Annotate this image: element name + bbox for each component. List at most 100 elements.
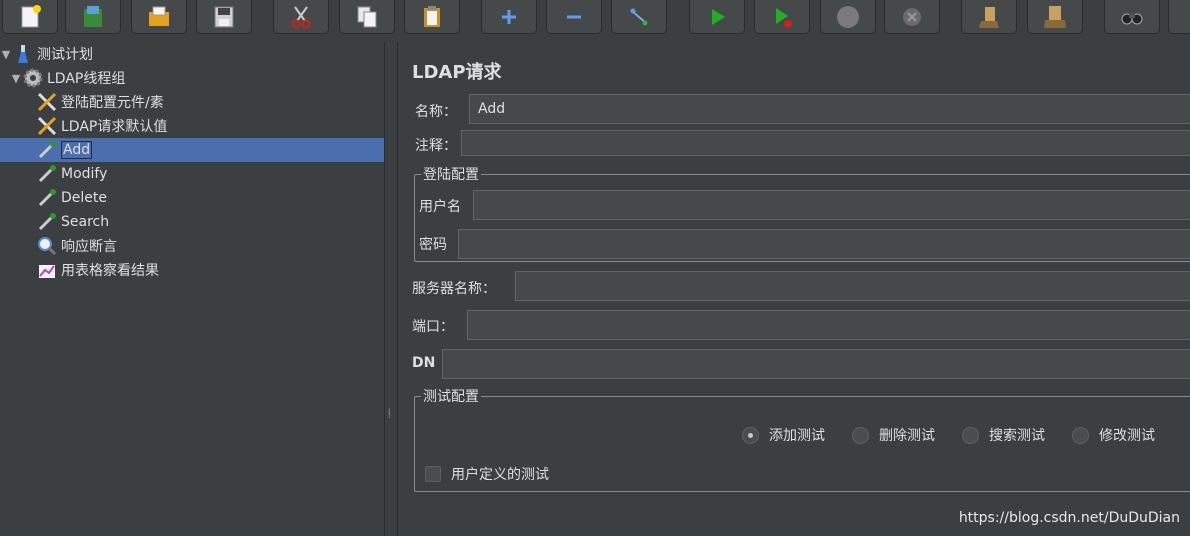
dn-label: DN — [412, 355, 436, 371]
save-icon — [214, 6, 234, 27]
tree-item-label: LDAP请求默认值 — [61, 119, 168, 135]
pipette-icon — [36, 211, 58, 233]
tree-item-modify[interactable]: Modify — [0, 162, 384, 186]
grip-icon: ⁞ ⁞ — [388, 407, 391, 420]
comment-field[interactable] — [461, 130, 1190, 156]
username-label: 用户名 — [419, 199, 461, 215]
split-pane-divider[interactable]: ⁞ ⁞ — [384, 42, 398, 536]
tree-item-label: Add — [61, 141, 93, 159]
tree-item-add[interactable]: Add — [0, 138, 384, 162]
tree-item-label: LDAP线程组 — [47, 71, 126, 87]
tree-item-label: Search — [61, 214, 110, 230]
templates-button[interactable] — [65, 0, 121, 34]
comment-label: 注释： — [415, 138, 457, 154]
search-icon — [1121, 13, 1143, 24]
templates-icon — [84, 5, 102, 27]
port-field[interactable] — [467, 310, 1190, 340]
watermark: https://blog.csdn.net/DuDuDian — [958, 510, 1180, 526]
stop-button[interactable] — [820, 0, 876, 34]
new-document-icon — [21, 4, 41, 27]
server-name-field[interactable] — [515, 271, 1190, 301]
paste-icon — [424, 5, 440, 27]
dn-field[interactable] — [442, 349, 1190, 379]
cut-icon — [291, 5, 311, 28]
radio-modify-test[interactable]: 修改测试 — [1072, 425, 1155, 445]
pipette-icon — [36, 187, 58, 209]
copy-icon — [357, 6, 377, 27]
radio-search-test[interactable]: 搜索测试 — [962, 425, 1045, 445]
open-button[interactable] — [131, 0, 187, 34]
chart-icon — [36, 259, 58, 281]
clear-icon — [979, 6, 999, 28]
password-field[interactable] — [458, 229, 1190, 259]
toggle-button[interactable] — [611, 0, 667, 34]
radio-selected-icon — [742, 426, 759, 444]
port-label: 端口： — [412, 319, 454, 335]
radio-label: 删除测试 — [879, 428, 935, 444]
toolbar — [0, 0, 1190, 38]
server-name-label: 服务器名称： — [412, 281, 496, 297]
shutdown-button[interactable] — [884, 0, 940, 34]
clear-button[interactable] — [961, 0, 1017, 34]
group-title: 测试配置 — [421, 386, 481, 406]
clear-all-button[interactable] — [1027, 0, 1083, 34]
page-title: LDAP请求 — [412, 62, 502, 83]
save-button[interactable] — [196, 0, 252, 34]
radio-add-test[interactable]: 添加测试 — [742, 425, 825, 445]
collapse-icon — [567, 15, 581, 18]
stop-icon — [837, 5, 859, 28]
magnifier-icon — [36, 235, 58, 257]
name-label: 名称： — [415, 104, 457, 120]
username-field[interactable] — [473, 190, 1190, 220]
search-button[interactable] — [1104, 0, 1160, 34]
tree-item-view-results-table[interactable]: 用表格察看结果 — [0, 258, 384, 282]
radio-unselected-icon — [1072, 426, 1089, 444]
group-title: 登陆配置 — [421, 164, 481, 184]
radio-unselected-icon — [962, 426, 979, 444]
start-icon — [712, 8, 725, 25]
gear-icon — [22, 67, 44, 89]
radio-unselected-icon — [852, 426, 869, 444]
radio-label: 添加测试 — [769, 428, 825, 444]
paste-button[interactable] — [404, 0, 460, 34]
toolbar-overflow-button[interactable] — [1168, 0, 1190, 34]
tools-icon — [36, 91, 58, 113]
test-plan-tree: ▼ 测试计划 ▼ LDAP线程组 登陆配置元件/素 LDAP请求默认值 Add … — [0, 42, 384, 536]
expand-button[interactable] — [481, 0, 537, 34]
start-button[interactable] — [689, 0, 745, 34]
tree-item-search[interactable]: Search — [0, 210, 384, 234]
password-label: 密码 — [419, 237, 447, 253]
tree-item-thread-group[interactable]: ▼ LDAP线程组 — [0, 66, 384, 90]
flask-icon — [12, 43, 34, 65]
tree-item-test-plan[interactable]: ▼ 测试计划 — [0, 42, 384, 66]
checkbox-icon — [425, 466, 441, 482]
radio-label: 搜索测试 — [989, 428, 1045, 444]
shutdown-icon — [903, 7, 921, 26]
tree-item-label: Delete — [61, 190, 107, 206]
pipette-icon — [36, 163, 58, 185]
cut-button[interactable] — [273, 0, 329, 34]
collapse-arrow-icon[interactable]: ▼ — [10, 72, 22, 85]
start-no-pauses-button[interactable] — [754, 0, 810, 34]
tree-item-delete[interactable]: Delete — [0, 186, 384, 210]
radio-delete-test[interactable]: 删除测试 — [852, 425, 935, 445]
name-field[interactable]: Add — [469, 94, 1190, 124]
collapse-button[interactable] — [546, 0, 602, 34]
collapse-arrow-icon[interactable]: ▼ — [0, 48, 12, 61]
tree-item-label: 用表格察看结果 — [61, 263, 159, 279]
start-no-pauses-icon — [776, 7, 792, 28]
tree-item-response-assertion[interactable]: 响应断言 — [0, 234, 384, 258]
tools-icon — [36, 115, 58, 137]
tree-item-label: 登陆配置元件/素 — [61, 95, 164, 111]
toggle-icon — [630, 8, 648, 25]
expand-icon — [502, 9, 516, 24]
checkbox-label: 用户定义的测试 — [451, 467, 549, 483]
clear-all-icon — [1044, 5, 1066, 28]
tree-item-label: 响应断言 — [61, 239, 117, 255]
pipette-icon — [36, 139, 58, 161]
new-button[interactable] — [2, 0, 58, 34]
tree-item-login-config[interactable]: 登陆配置元件/素 — [0, 90, 384, 114]
user-defined-test-checkbox[interactable]: 用户定义的测试 — [425, 464, 549, 484]
tree-item-ldap-defaults[interactable]: LDAP请求默认值 — [0, 114, 384, 138]
copy-button[interactable] — [339, 0, 395, 34]
